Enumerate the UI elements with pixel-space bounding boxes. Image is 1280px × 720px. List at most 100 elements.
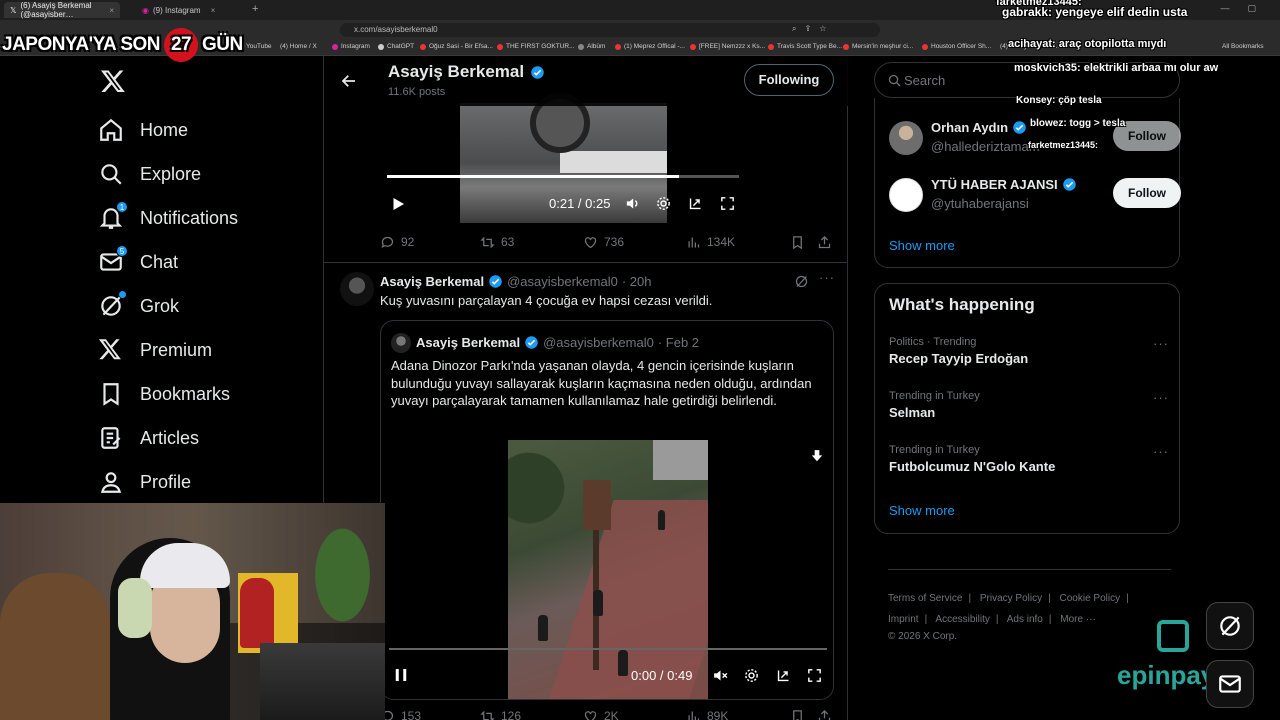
pip-icon[interactable]	[687, 195, 704, 212]
grok-float-button[interactable]	[1206, 602, 1254, 650]
pause-icon[interactable]	[392, 666, 410, 684]
close-tab-icon[interactable]: ×	[109, 6, 114, 15]
nav-bookmarks[interactable]: Bookmarks	[98, 372, 318, 416]
tab-asayis[interactable]: 𝕏 (6) Asayiş Berkemal (@asayisber… ×	[4, 1, 120, 19]
bookmark-item[interactable]: (1) Meprez Offical -...	[615, 43, 685, 50]
quoted-tweet[interactable]: Asayiş Berkemal @asayisberkemal0 · Feb 2…	[380, 320, 834, 700]
repost-button[interactable]: 63	[480, 235, 583, 250]
volume-icon[interactable]	[624, 195, 641, 212]
bookmark-icon	[793, 709, 802, 720]
more-options-icon[interactable]: ···	[1153, 390, 1169, 405]
share-button[interactable]	[817, 235, 832, 250]
bookmark-label: Travis Scott Type Be...	[777, 43, 843, 50]
tweet-header: Asayiş Berkemal @asayisberkemal0 · 20h	[380, 274, 651, 289]
views-button[interactable]: 89K	[686, 709, 790, 720]
bookmark-item[interactable]: Instagram	[332, 43, 370, 50]
bookmark-item[interactable]: THE FIRST GOKTUR...	[497, 43, 575, 50]
share-button[interactable]	[817, 709, 832, 720]
footer-link[interactable]: Terms of Service	[888, 593, 962, 604]
video-progress-bar[interactable]	[389, 648, 827, 650]
bookmark-item[interactable]: (4) Home / X	[280, 43, 317, 50]
grok-icon	[1220, 616, 1240, 636]
show-more-link[interactable]: Show more	[889, 238, 955, 253]
footer-link[interactable]: Ads info	[1007, 614, 1043, 625]
nav-premium[interactable]: Premium	[98, 328, 318, 372]
nav-articles[interactable]: Articles	[98, 416, 318, 460]
footer-link[interactable]: Privacy Policy	[980, 593, 1042, 604]
back-arrow-icon[interactable]	[340, 72, 358, 90]
views-button[interactable]: 134K	[686, 235, 790, 250]
settings-gear-icon[interactable]	[655, 195, 672, 212]
video-player[interactable]: 0:00 / 0:49	[381, 440, 833, 699]
video-time: 0:00 / 0:49	[631, 668, 693, 683]
pip-icon[interactable]	[775, 667, 792, 684]
reply-button[interactable]: 92	[380, 235, 480, 250]
grok-dot-badge	[119, 291, 126, 298]
profile-header: Asayiş Berkemal 11.6K posts Following	[324, 56, 848, 106]
like-button[interactable]: 736	[583, 235, 686, 250]
bookmark-item[interactable]: Oğuz Sasi - Bir Efsa...	[420, 43, 493, 50]
bookmark-item[interactable]: [FREE] Nemzzz x Ks...	[690, 43, 765, 50]
footer-link[interactable]: Cookie Policy	[1060, 593, 1121, 604]
tweet-time[interactable]: · 20h	[622, 274, 652, 289]
video-player[interactable]: 0:21 / 0:25	[380, 93, 748, 225]
follow-button[interactable]: Follow	[1113, 178, 1181, 208]
bookmark-item[interactable]: Albüm	[578, 43, 605, 50]
nav-notifications[interactable]: 1 Notifications	[98, 196, 318, 240]
share-icon[interactable]: ⇪	[804, 24, 811, 34]
bookmark-item[interactable]: YouTube	[246, 43, 272, 50]
bookmark-button[interactable]	[790, 709, 817, 720]
more-options-icon[interactable]: ···	[1153, 444, 1169, 459]
grok-icon[interactable]	[794, 274, 809, 289]
avatar[interactable]	[340, 272, 374, 306]
repost-button[interactable]: 126	[480, 709, 583, 720]
video-progress-bar[interactable]	[387, 175, 739, 178]
search-icon	[98, 161, 124, 187]
bookmark-item[interactable]: ChatGPT	[378, 43, 414, 50]
star-icon[interactable]: ☆	[819, 24, 826, 34]
x-logo-icon[interactable]	[100, 68, 126, 94]
download-arrow-icon[interactable]	[810, 448, 824, 464]
bookmark-item[interactable]: Houston Officer Sh...	[922, 43, 991, 50]
nav-chat[interactable]: 5 Chat	[98, 240, 318, 284]
muted-volume-icon[interactable]	[712, 667, 729, 684]
close-tab-icon[interactable]: ×	[211, 6, 216, 15]
bookmark-item[interactable]: Travis Scott Type Be...	[768, 43, 842, 50]
messages-float-button[interactable]	[1206, 660, 1254, 708]
more-options-icon[interactable]: ···	[1153, 336, 1169, 351]
following-button[interactable]: Following	[744, 64, 834, 96]
chat-user: acihayat:	[1008, 38, 1056, 50]
trend-item[interactable]: Trending in Turkey Selman ···	[889, 390, 1169, 420]
footer-link[interactable]: Accessibility	[935, 614, 989, 625]
footer-more-link[interactable]: More ···	[1060, 614, 1096, 625]
like-button[interactable]: 2K	[583, 709, 686, 720]
fullscreen-icon[interactable]	[806, 667, 823, 684]
fullscreen-icon[interactable]	[719, 195, 736, 212]
more-options-icon[interactable]: ···	[819, 270, 835, 285]
trend-item[interactable]: Politics · Trending Recep Tayyip Erdoğan…	[889, 336, 1169, 366]
author-name[interactable]: Asayiş Berkemal	[380, 274, 484, 289]
tab-instagram[interactable]: ◉ (9) Instagram ×	[136, 2, 248, 18]
author-handle[interactable]: @asayisberkemal0	[507, 274, 618, 289]
bookmark-label: YouTube	[246, 43, 272, 50]
bookmark-item[interactable]: Mersin'in meşhur ci...	[843, 43, 913, 50]
trend-item[interactable]: Trending in Turkey Futbolcumuz N'Golo Ka…	[889, 444, 1169, 474]
zoom-icon[interactable]: ⌕	[792, 24, 796, 34]
avatar	[391, 333, 411, 353]
footer-link[interactable]: Imprint	[888, 614, 919, 625]
nav-explore[interactable]: Explore	[98, 152, 318, 196]
nav-home[interactable]: Home	[98, 108, 318, 152]
play-icon[interactable]	[389, 195, 407, 213]
show-more-link[interactable]: Show more	[889, 503, 955, 518]
banner-left-text: JAPONYA'YA SON	[2, 34, 161, 55]
search-placeholder: Search	[904, 73, 946, 88]
youtube-icon	[843, 43, 849, 50]
nav-profile[interactable]: Profile	[98, 460, 318, 504]
reply-button[interactable]: 153	[380, 709, 480, 720]
settings-gear-icon[interactable]	[743, 667, 760, 684]
bookmark-button[interactable]	[790, 235, 817, 250]
nav-grok[interactable]: Grok	[98, 284, 318, 328]
new-tab-button[interactable]: +	[252, 3, 258, 15]
bookmark-label: Albüm	[587, 43, 606, 50]
follow-suggestion[interactable]: YTÜ HABER AJANSI @ytuhaberajansi Follow	[889, 175, 1181, 215]
